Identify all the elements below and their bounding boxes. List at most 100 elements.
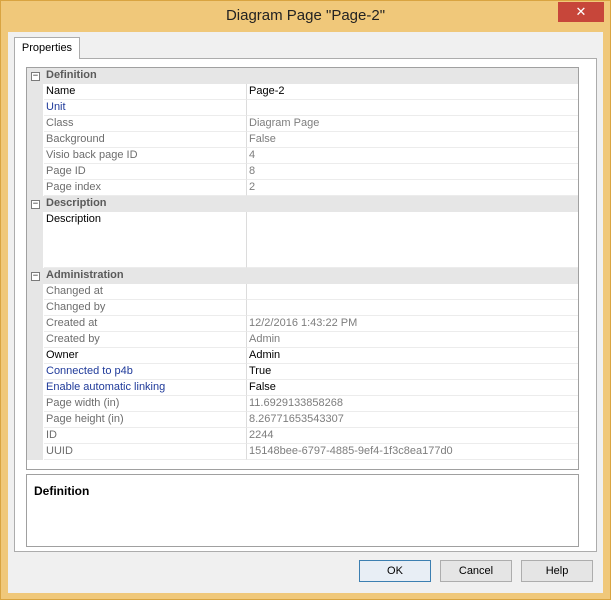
- row-gutter: [27, 396, 43, 412]
- row-gutter: [27, 428, 43, 444]
- row-gutter: [27, 212, 43, 268]
- window-title: Diagram Page "Page-2": [225, 7, 386, 24]
- property-row-changed-at[interactable]: Changed at: [27, 284, 578, 300]
- property-row-page-width[interactable]: Page width (in) 11.6929133858268: [27, 396, 578, 412]
- property-value: 4: [247, 148, 578, 164]
- row-gutter: [27, 348, 43, 364]
- property-row-created-at[interactable]: Created at 12/2/2016 1:43:22 PM: [27, 316, 578, 332]
- category-label: Definition: [46, 69, 97, 81]
- row-gutter: [27, 364, 43, 380]
- property-value: [247, 284, 578, 300]
- property-row-connected-to-p4b[interactable]: Connected to p4b True: [27, 364, 578, 380]
- property-row-background[interactable]: Background False: [27, 132, 578, 148]
- property-row-changed-by[interactable]: Changed by: [27, 300, 578, 316]
- row-gutter: [27, 444, 43, 460]
- row-gutter: [27, 164, 43, 180]
- row-gutter: [27, 300, 43, 316]
- property-name: Class: [44, 116, 247, 132]
- property-value: False: [247, 132, 578, 148]
- category-label: Description: [46, 197, 107, 209]
- property-name: Background: [44, 132, 247, 148]
- row-gutter: [27, 148, 43, 164]
- property-row-page-height[interactable]: Page height (in) 8.26771653543307: [27, 412, 578, 428]
- property-row-visio-back-page-id[interactable]: Visio back page ID 4: [27, 148, 578, 164]
- help-button[interactable]: Help: [521, 560, 593, 582]
- title-bar[interactable]: Diagram Page "Page-2" ✕: [1, 1, 610, 32]
- tab-properties[interactable]: Properties: [14, 37, 80, 59]
- resize-grip-icon[interactable]: [591, 581, 601, 591]
- row-gutter: [27, 132, 43, 148]
- property-name: ID: [44, 428, 247, 444]
- row-gutter: [27, 180, 43, 196]
- property-value[interactable]: Page-2: [247, 84, 578, 100]
- category-definition[interactable]: − Definition: [27, 68, 578, 84]
- category-administration[interactable]: − Administration: [27, 268, 578, 284]
- close-button[interactable]: ✕: [558, 2, 604, 22]
- category-description[interactable]: − Description: [27, 196, 578, 212]
- property-value: [247, 300, 578, 316]
- property-row-id[interactable]: ID 2244: [27, 428, 578, 444]
- description-panel-title: Definition: [34, 484, 90, 498]
- property-row-name[interactable]: Name Page-2: [27, 84, 578, 100]
- property-name: Page ID: [44, 164, 247, 180]
- property-value: 2: [247, 180, 578, 196]
- property-value[interactable]: Admin: [247, 348, 578, 364]
- close-icon: ✕: [575, 4, 587, 19]
- property-name: Description: [44, 212, 247, 268]
- property-value: Admin: [247, 332, 578, 348]
- property-row-created-by[interactable]: Created by Admin: [27, 332, 578, 348]
- property-name: Created by: [44, 332, 247, 348]
- property-value: 2244: [247, 428, 578, 444]
- dialog-client-area: Properties − Definition Name Page-2 Unit: [8, 32, 603, 593]
- property-name: Unit: [44, 100, 247, 116]
- category-label: Administration: [46, 269, 124, 281]
- property-value[interactable]: [247, 100, 578, 116]
- property-name: Enable automatic linking: [44, 380, 247, 396]
- row-gutter: [27, 316, 43, 332]
- cancel-button[interactable]: Cancel: [440, 560, 512, 582]
- row-gutter: [27, 100, 43, 116]
- collapse-icon[interactable]: −: [31, 272, 40, 281]
- row-gutter: [27, 116, 43, 132]
- property-grid: − Definition Name Page-2 Unit Class Diag…: [26, 67, 579, 470]
- collapse-icon[interactable]: −: [31, 200, 40, 209]
- property-row-class[interactable]: Class Diagram Page: [27, 116, 578, 132]
- property-name: Visio back page ID: [44, 148, 247, 164]
- property-name: Owner: [44, 348, 247, 364]
- property-row-owner[interactable]: Owner Admin: [27, 348, 578, 364]
- row-gutter: [27, 84, 43, 100]
- property-row-page-id[interactable]: Page ID 8: [27, 164, 578, 180]
- property-description-panel: Definition: [26, 474, 579, 547]
- dialog-window: Diagram Page "Page-2" ✕ Properties − Def…: [0, 0, 611, 600]
- property-value: 8.26771653543307: [247, 412, 578, 428]
- property-value: 12/2/2016 1:43:22 PM: [247, 316, 578, 332]
- property-name: Name: [44, 84, 247, 100]
- property-name: Created at: [44, 316, 247, 332]
- property-value: Diagram Page: [247, 116, 578, 132]
- row-gutter: [27, 332, 43, 348]
- ok-button[interactable]: OK: [359, 560, 431, 582]
- row-gutter: [27, 412, 43, 428]
- property-row-page-index[interactable]: Page index 2: [27, 180, 578, 196]
- property-value: 15148bee-6797-4885-9ef4-1f3c8ea177d0: [247, 444, 578, 460]
- property-name: Page index: [44, 180, 247, 196]
- collapse-icon[interactable]: −: [31, 72, 40, 81]
- property-value[interactable]: [247, 212, 578, 268]
- property-value[interactable]: True: [247, 364, 578, 380]
- property-value: 11.6929133858268: [247, 396, 578, 412]
- property-row-uuid[interactable]: UUID 15148bee-6797-4885-9ef4-1f3c8ea177d…: [27, 444, 578, 460]
- property-value[interactable]: False: [247, 380, 578, 396]
- property-name: Page height (in): [44, 412, 247, 428]
- row-gutter: [27, 284, 43, 300]
- property-row-enable-automatic-linking[interactable]: Enable automatic linking False: [27, 380, 578, 396]
- property-name: UUID: [44, 444, 247, 460]
- property-name: Changed by: [44, 300, 247, 316]
- row-gutter: [27, 380, 43, 396]
- property-name: Page width (in): [44, 396, 247, 412]
- property-row-description[interactable]: Description: [27, 212, 578, 268]
- properties-tab-panel: − Definition Name Page-2 Unit Class Diag…: [14, 58, 597, 552]
- property-name: Changed at: [44, 284, 247, 300]
- property-name: Connected to p4b: [44, 364, 247, 380]
- property-value: 8: [247, 164, 578, 180]
- property-row-unit[interactable]: Unit: [27, 100, 578, 116]
